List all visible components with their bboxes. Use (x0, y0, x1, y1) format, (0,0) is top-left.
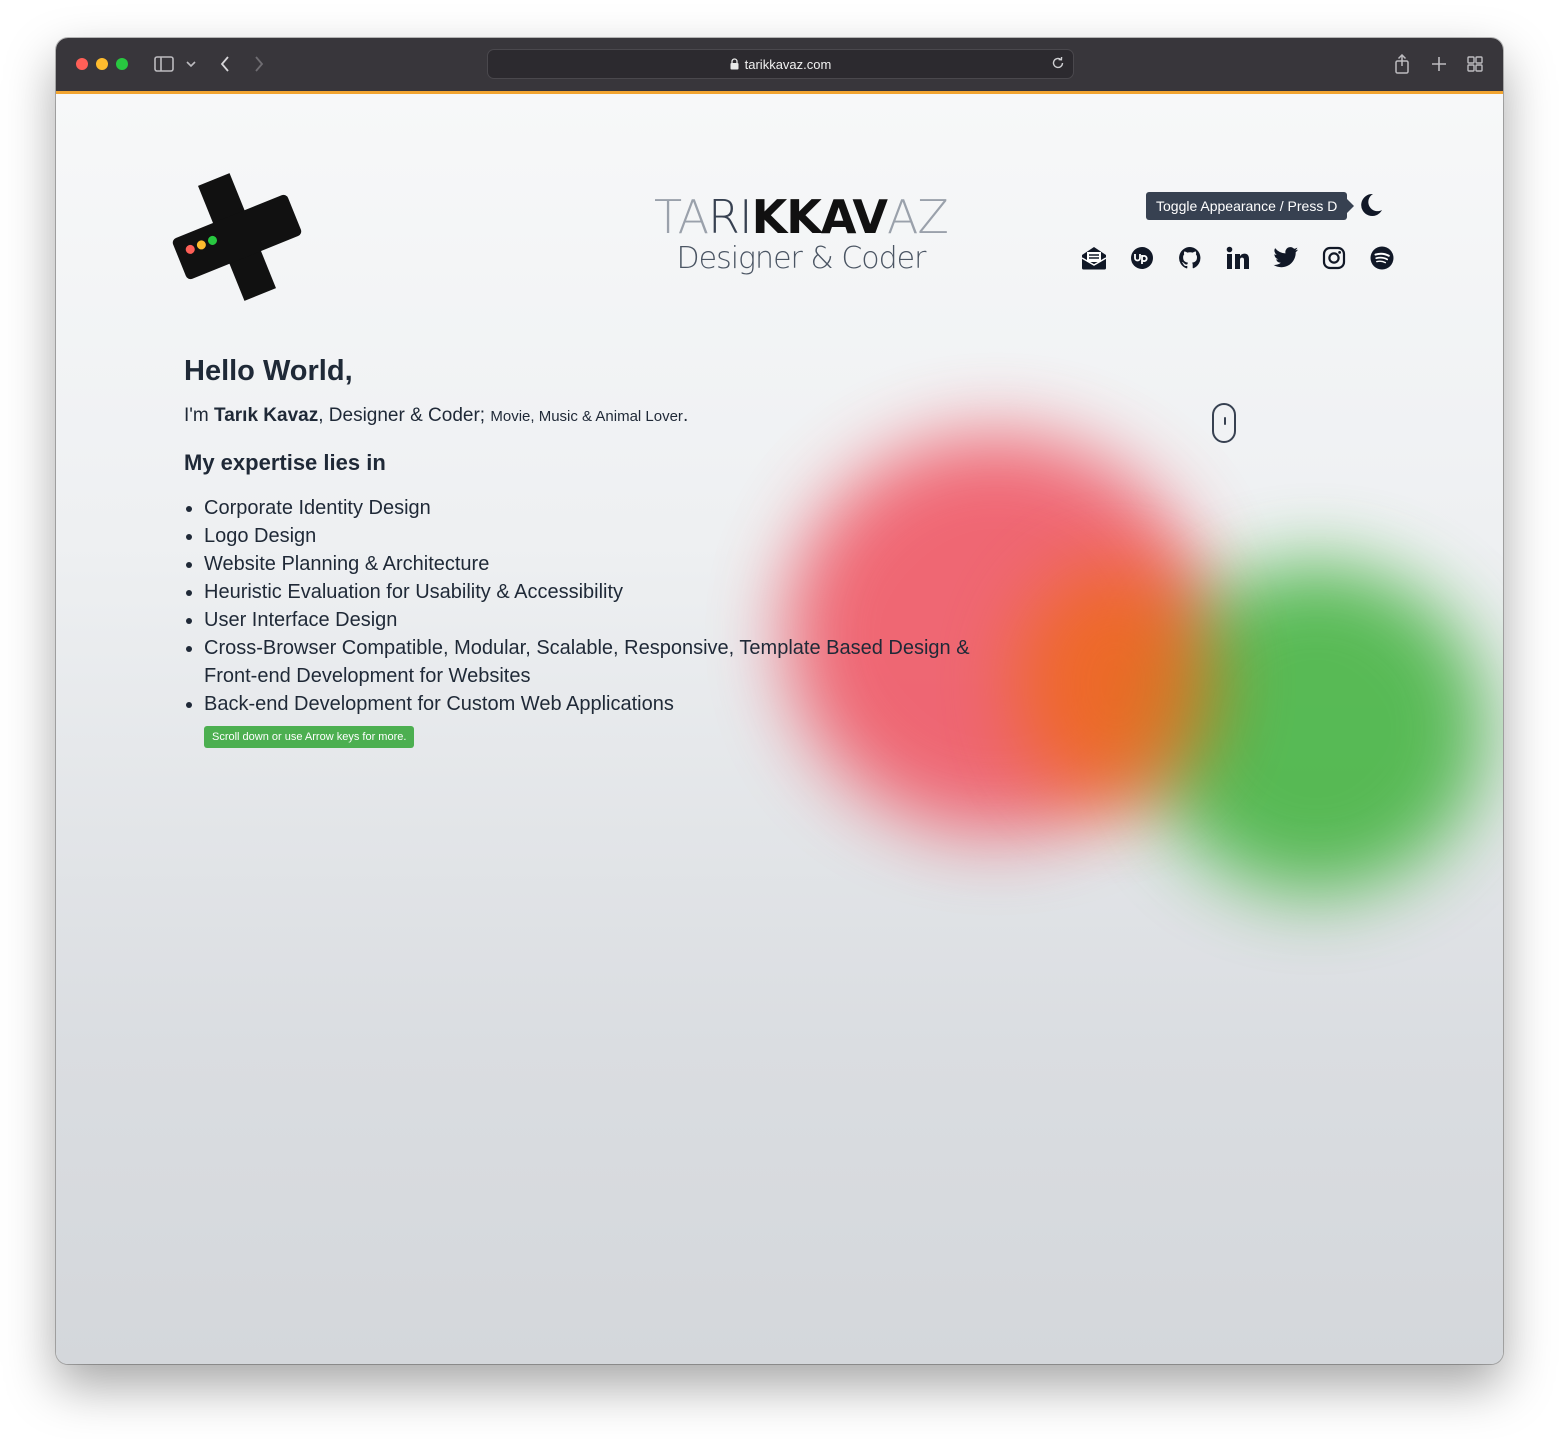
forward-icon[interactable] (250, 52, 268, 76)
intro-text: I'm Tarık Kavaz, Designer & Coder; Movie… (184, 401, 1004, 432)
expertise-heading: My expertise lies in (184, 450, 386, 475)
twitter-icon[interactable] (1262, 244, 1310, 272)
address-bar[interactable]: tarikkavaz.com (487, 49, 1074, 79)
lock-icon (730, 58, 739, 70)
intro-role: , Designer & Coder; (318, 405, 491, 426)
github-icon[interactable] (1166, 244, 1214, 272)
expertise-item: Corporate Identity Design (204, 494, 1004, 522)
decorative-orange-blob (1016, 564, 1216, 804)
site-logo-icon[interactable] (169, 169, 305, 310)
site-name-part: TA (654, 190, 709, 244)
tab-overview-icon[interactable] (1465, 52, 1485, 76)
toggle-appearance-tooltip: Toggle Appearance / Press D (1146, 192, 1355, 220)
back-icon[interactable] (216, 52, 234, 76)
browser-window: tarikkavaz.com TARIKKAVAZ Designer & Cod… (56, 38, 1503, 1364)
new-tab-icon[interactable] (1429, 52, 1449, 76)
expertise-item: Website Planning & Architecture (204, 550, 1004, 578)
site-name-part: RI (708, 190, 753, 244)
site-name: TARIKKAVAZ (616, 192, 986, 242)
greeting-heading: Hello World, (184, 355, 353, 387)
chevron-down-icon[interactable] (184, 52, 198, 76)
expertise-item: Cross-Browser Compatible, Modular, Scala… (204, 634, 1004, 690)
site-name-part: KKAV (751, 190, 888, 244)
instagram-icon[interactable] (1310, 244, 1358, 272)
scroll-mouse-icon[interactable] (1212, 403, 1236, 443)
scroll-hint-button[interactable]: Scroll down or use Arrow keys for more. (204, 726, 415, 748)
linkedin-icon[interactable] (1214, 244, 1262, 272)
expertise-item: Heuristic Evaluation for Usability & Acc… (204, 578, 1004, 606)
social-links (1070, 244, 1406, 272)
web-page: TARIKKAVAZ Designer & Coder Toggle Appea… (56, 94, 1503, 1364)
expertise-item: User Interface Design (204, 606, 1004, 634)
main-content: Hello World, I'm Tarık Kavaz, Designer &… (184, 349, 1004, 748)
close-window-button[interactable] (76, 58, 88, 70)
site-name-part: AZ (886, 190, 949, 244)
intro-prefix: I'm (184, 405, 215, 426)
intro-name: Tarık Kavaz (214, 405, 319, 426)
upwork-icon[interactable] (1118, 244, 1166, 272)
site-brand[interactable]: TARIKKAVAZ Designer & Coder (616, 192, 986, 276)
sidebar-icon[interactable] (152, 52, 176, 76)
expertise-item: Logo Design (204, 522, 1004, 550)
site-tagline: Designer & Coder (676, 241, 927, 276)
reload-icon[interactable] (1051, 56, 1065, 73)
email-icon[interactable] (1070, 244, 1118, 272)
url-text: tarikkavaz.com (744, 56, 832, 72)
intro-hobbies: Movie, Music & Animal Lover (490, 408, 683, 425)
expertise-list: Corporate Identity Design Logo Design We… (184, 494, 1004, 718)
moon-icon[interactable] (1358, 192, 1384, 223)
browser-titlebar: tarikkavaz.com (56, 38, 1503, 94)
expertise-item: Back-end Development for Custom Web Appl… (204, 690, 1004, 718)
minimize-window-button[interactable] (96, 58, 108, 70)
intro-end: . (682, 405, 689, 426)
share-icon[interactable] (1392, 52, 1412, 76)
zoom-window-button[interactable] (116, 58, 128, 70)
mouse-wheel (1224, 417, 1226, 425)
spotify-icon[interactable] (1358, 244, 1406, 272)
